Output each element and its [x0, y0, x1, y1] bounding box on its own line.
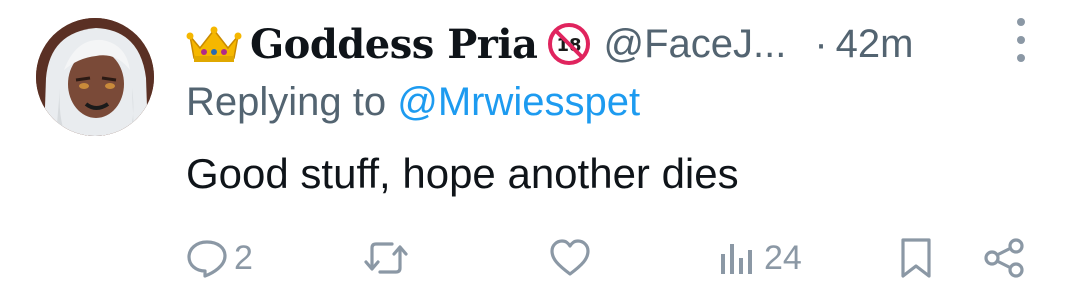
reply-count: 2 [234, 238, 253, 277]
share-icon [984, 238, 1024, 278]
replying-to-user-link[interactable]: @Mrwiesspet [397, 80, 640, 124]
timestamp[interactable]: 42m [836, 22, 914, 67]
views-count: 24 [764, 238, 802, 277]
user-handle[interactable]: @FaceJ... [603, 22, 786, 67]
tweet-header: Goddess Pria 18 @FaceJ... · 42m [186, 14, 913, 74]
views-bar-chart-icon [721, 244, 752, 274]
tweet[interactable]: Goddess Pria 18 @FaceJ... · 42m Replying… [0, 0, 1080, 297]
replying-to-line: Replying to @Mrwiesspet [186, 80, 640, 132]
separator-dot: · [814, 21, 828, 66]
tweet-text: Good stuff, hope another dies [186, 150, 739, 197]
more-dot [1017, 36, 1025, 44]
more-dot [1017, 54, 1025, 62]
no-under-18-icon: 18 [548, 23, 591, 65]
bookmark-button[interactable] [898, 230, 934, 286]
like-button[interactable] [548, 230, 592, 286]
crown-icon [186, 26, 242, 62]
reply-icon [187, 240, 227, 278]
reply-button[interactable]: 2 [186, 230, 253, 286]
retweet-icon [364, 242, 408, 274]
avatar-image [36, 18, 154, 136]
display-name[interactable]: Goddess Pria [250, 21, 538, 68]
more-options-icon[interactable] [1006, 18, 1036, 62]
views-button[interactable]: 24 [718, 230, 802, 286]
share-button[interactable] [982, 230, 1026, 286]
heart-icon [550, 239, 590, 276]
avatar[interactable] [36, 18, 154, 136]
bookmark-icon [901, 238, 931, 278]
retweet-button[interactable] [362, 230, 410, 286]
replying-to-label: Replying to [186, 80, 387, 124]
action-bar: 2 24 [0, 230, 1080, 286]
more-dot [1017, 18, 1025, 26]
